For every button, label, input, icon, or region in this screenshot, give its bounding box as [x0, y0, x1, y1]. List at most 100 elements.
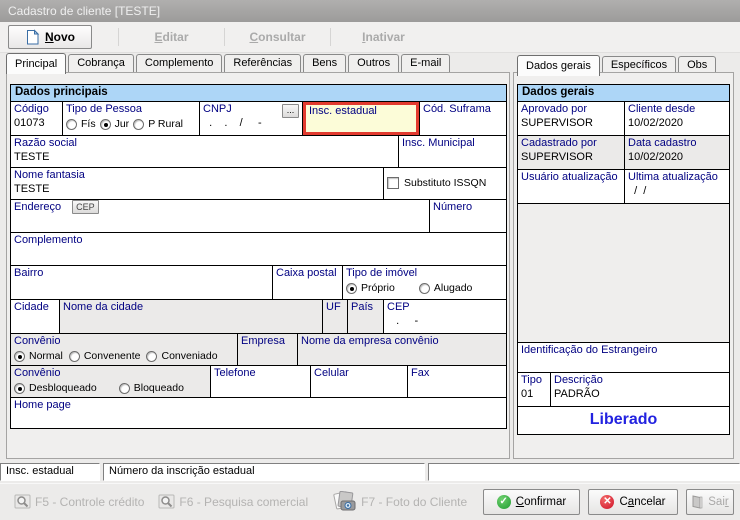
radio-bloqueado[interactable]: Bloqueado: [119, 382, 184, 394]
radio-icon: [100, 119, 111, 130]
telefone-field[interactable]: Telefone: [211, 366, 311, 397]
aprovado-por-label: Aprovado por: [521, 103, 621, 115]
insc-estadual-field[interactable]: Insc. estadual: [303, 102, 420, 135]
cancelar-button[interactable]: ✕ Cancelar: [588, 489, 678, 515]
radio-label: P Rural: [148, 118, 183, 130]
status-field-name: Insc. estadual: [0, 463, 100, 481]
caixa-postal-field[interactable]: Caixa postal: [273, 266, 343, 299]
radio-alugado[interactable]: Alugado: [419, 282, 473, 294]
empresa-field[interactable]: Empresa: [238, 334, 298, 365]
form-row: Bairro Caixa postal Tipo de imóvel Própr…: [11, 266, 506, 300]
ultima-atualizacao-field: Ultima atualização / /: [625, 170, 729, 203]
convenio-bloqueio-field: Convênio Desbloqueado Bloqueado: [11, 366, 211, 397]
side-row: Tipo 01 Descrição PADRÃO: [518, 373, 729, 407]
cadastrado-por-label: Cadastrado por: [521, 137, 621, 149]
novo-button[interactable]: Novo: [8, 25, 92, 49]
cep-lookup-button[interactable]: CEP: [72, 200, 99, 214]
editar-button[interactable]: Editar: [119, 30, 224, 44]
nome-fantasia-field[interactable]: Nome fantasia TESTE: [11, 168, 384, 199]
radio-fis[interactable]: Fís: [66, 118, 96, 130]
inativar-button[interactable]: Inativar: [331, 30, 436, 44]
confirmar-button[interactable]: ✓ Confirmar: [483, 489, 580, 515]
home-page-field[interactable]: Home page: [11, 398, 506, 428]
uf-label: UF: [326, 301, 344, 313]
sair-button[interactable]: Sair: [686, 489, 734, 515]
x-icon: ✕: [600, 495, 614, 509]
pais-label: País: [351, 301, 380, 313]
endereco-field[interactable]: Endereço CEP: [11, 200, 430, 232]
status-field-hint: Número da inscrição estadual: [103, 463, 425, 481]
radio-icon: [69, 351, 80, 362]
tab-principal[interactable]: Principal: [6, 53, 66, 74]
usuario-atualizacao-field: Usuário atualização: [518, 170, 625, 203]
tipo-imovel-label: Tipo de imóvel: [346, 267, 503, 279]
side-row: Identificação do Estrangeiro: [518, 343, 729, 373]
tab-email[interactable]: E-mail: [401, 54, 450, 73]
f6-pesquisa-comercial-button[interactable]: F6 - Pesquisa comercial: [158, 493, 308, 511]
bairro-field[interactable]: Bairro: [11, 266, 273, 299]
radio-label: Alugado: [434, 282, 473, 294]
f7-label: F7 - Foto do Cliente: [361, 495, 467, 509]
radio-convenente[interactable]: Convenente: [69, 350, 141, 362]
codigo-label: Código: [14, 103, 59, 115]
substituto-issqn-checkbox[interactable]: Substituto ISSQN: [387, 177, 503, 189]
footer-bar: F5 - Controle crédito F6 - Pesquisa come…: [0, 483, 740, 520]
pais-field[interactable]: País: [348, 300, 384, 333]
form-row: Endereço CEP Número: [11, 200, 506, 233]
tab-outros[interactable]: Outros: [348, 54, 399, 73]
document-icon: [25, 29, 40, 45]
cnpj-field[interactable]: CNPJ ... . . / -: [200, 102, 303, 135]
empresa-label: Empresa: [241, 335, 294, 347]
radio-icon: [346, 283, 357, 294]
tipo-pessoa-label: Tipo de Pessoa: [66, 103, 196, 115]
radio-desbloqueado[interactable]: Desbloqueado: [14, 382, 97, 394]
confirmar-label: Confirmar: [516, 496, 567, 508]
form-row: Cidade Nome da cidade UF País CEP . -: [11, 300, 506, 334]
tab-dados-gerais[interactable]: Dados gerais: [517, 55, 600, 76]
tipo-pessoa-field: Tipo de Pessoa Fís Jur P Rural: [63, 102, 200, 135]
fax-label: Fax: [411, 367, 503, 379]
radio-jur[interactable]: Jur: [100, 118, 130, 130]
tab-cobranca[interactable]: Cobrança: [68, 54, 134, 73]
cep-field[interactable]: CEP . -: [384, 300, 506, 333]
form-row: Convênio Desbloqueado Bloqueado Telefone…: [11, 366, 506, 398]
identificacao-estrangeiro-field[interactable]: Identificação do Estrangeiro: [518, 343, 729, 372]
cep-mask: . -: [387, 315, 503, 327]
fax-field[interactable]: Fax: [408, 366, 506, 397]
tab-bens[interactable]: Bens: [303, 54, 346, 73]
razao-social-field[interactable]: Razão social TESTE: [11, 136, 399, 167]
codigo-field[interactable]: Código 01073: [11, 102, 63, 135]
radio-proprio[interactable]: Próprio: [346, 282, 395, 294]
radio-normal[interactable]: Normal: [14, 350, 63, 362]
nome-cidade-field[interactable]: Nome da cidade: [60, 300, 323, 333]
principal-tab-page: Dados principais Código 01073 Tipo de Pe…: [6, 72, 510, 459]
tab-referencias[interactable]: Referências: [224, 54, 301, 73]
ultima-atualizacao-label: Ultima atualização: [628, 171, 726, 183]
data-cadastro-value: 10/02/2020: [628, 151, 726, 163]
f5-controle-credito-button[interactable]: F5 - Controle crédito: [14, 493, 144, 511]
form-row: Home page: [11, 398, 506, 428]
form-row: Nome fantasia TESTE Substituto ISSQN: [11, 168, 506, 200]
convenio-label: Convênio: [14, 335, 234, 347]
f7-foto-cliente-button[interactable]: F7 - Foto do Cliente: [332, 491, 467, 513]
form-row: Complemento: [11, 233, 506, 266]
cod-suframa-field[interactable]: Cód. Suframa: [420, 102, 506, 135]
celular-field[interactable]: Celular: [311, 366, 408, 397]
cidade-field[interactable]: Cidade: [11, 300, 60, 333]
numero-field[interactable]: Número: [430, 200, 506, 232]
insc-municipal-field[interactable]: Insc. Municipal: [399, 136, 506, 167]
radio-conveniado[interactable]: Conveniado: [146, 350, 217, 362]
radio-label: Desbloqueado: [29, 382, 97, 394]
nome-empresa-convenio-field[interactable]: Nome da empresa convênio: [298, 334, 506, 365]
window-titlebar: Cadastro de cliente [TESTE]: [0, 0, 740, 22]
consultar-button[interactable]: Consultar: [225, 30, 330, 44]
insc-municipal-label: Insc. Municipal: [402, 137, 503, 149]
nome-empresa-convenio-label: Nome da empresa convênio: [301, 335, 503, 347]
complemento-field[interactable]: Complemento: [11, 233, 506, 265]
uf-field[interactable]: UF: [323, 300, 348, 333]
radio-p-rural[interactable]: P Rural: [133, 118, 183, 130]
cnpj-lookup-button[interactable]: ...: [282, 104, 299, 118]
form-row: Código 01073 Tipo de Pessoa Fís Jur P Ru…: [11, 102, 506, 136]
tab-complemento[interactable]: Complemento: [136, 54, 222, 73]
main-tabstrip: Principal Cobrança Complemento Referênci…: [6, 52, 452, 73]
